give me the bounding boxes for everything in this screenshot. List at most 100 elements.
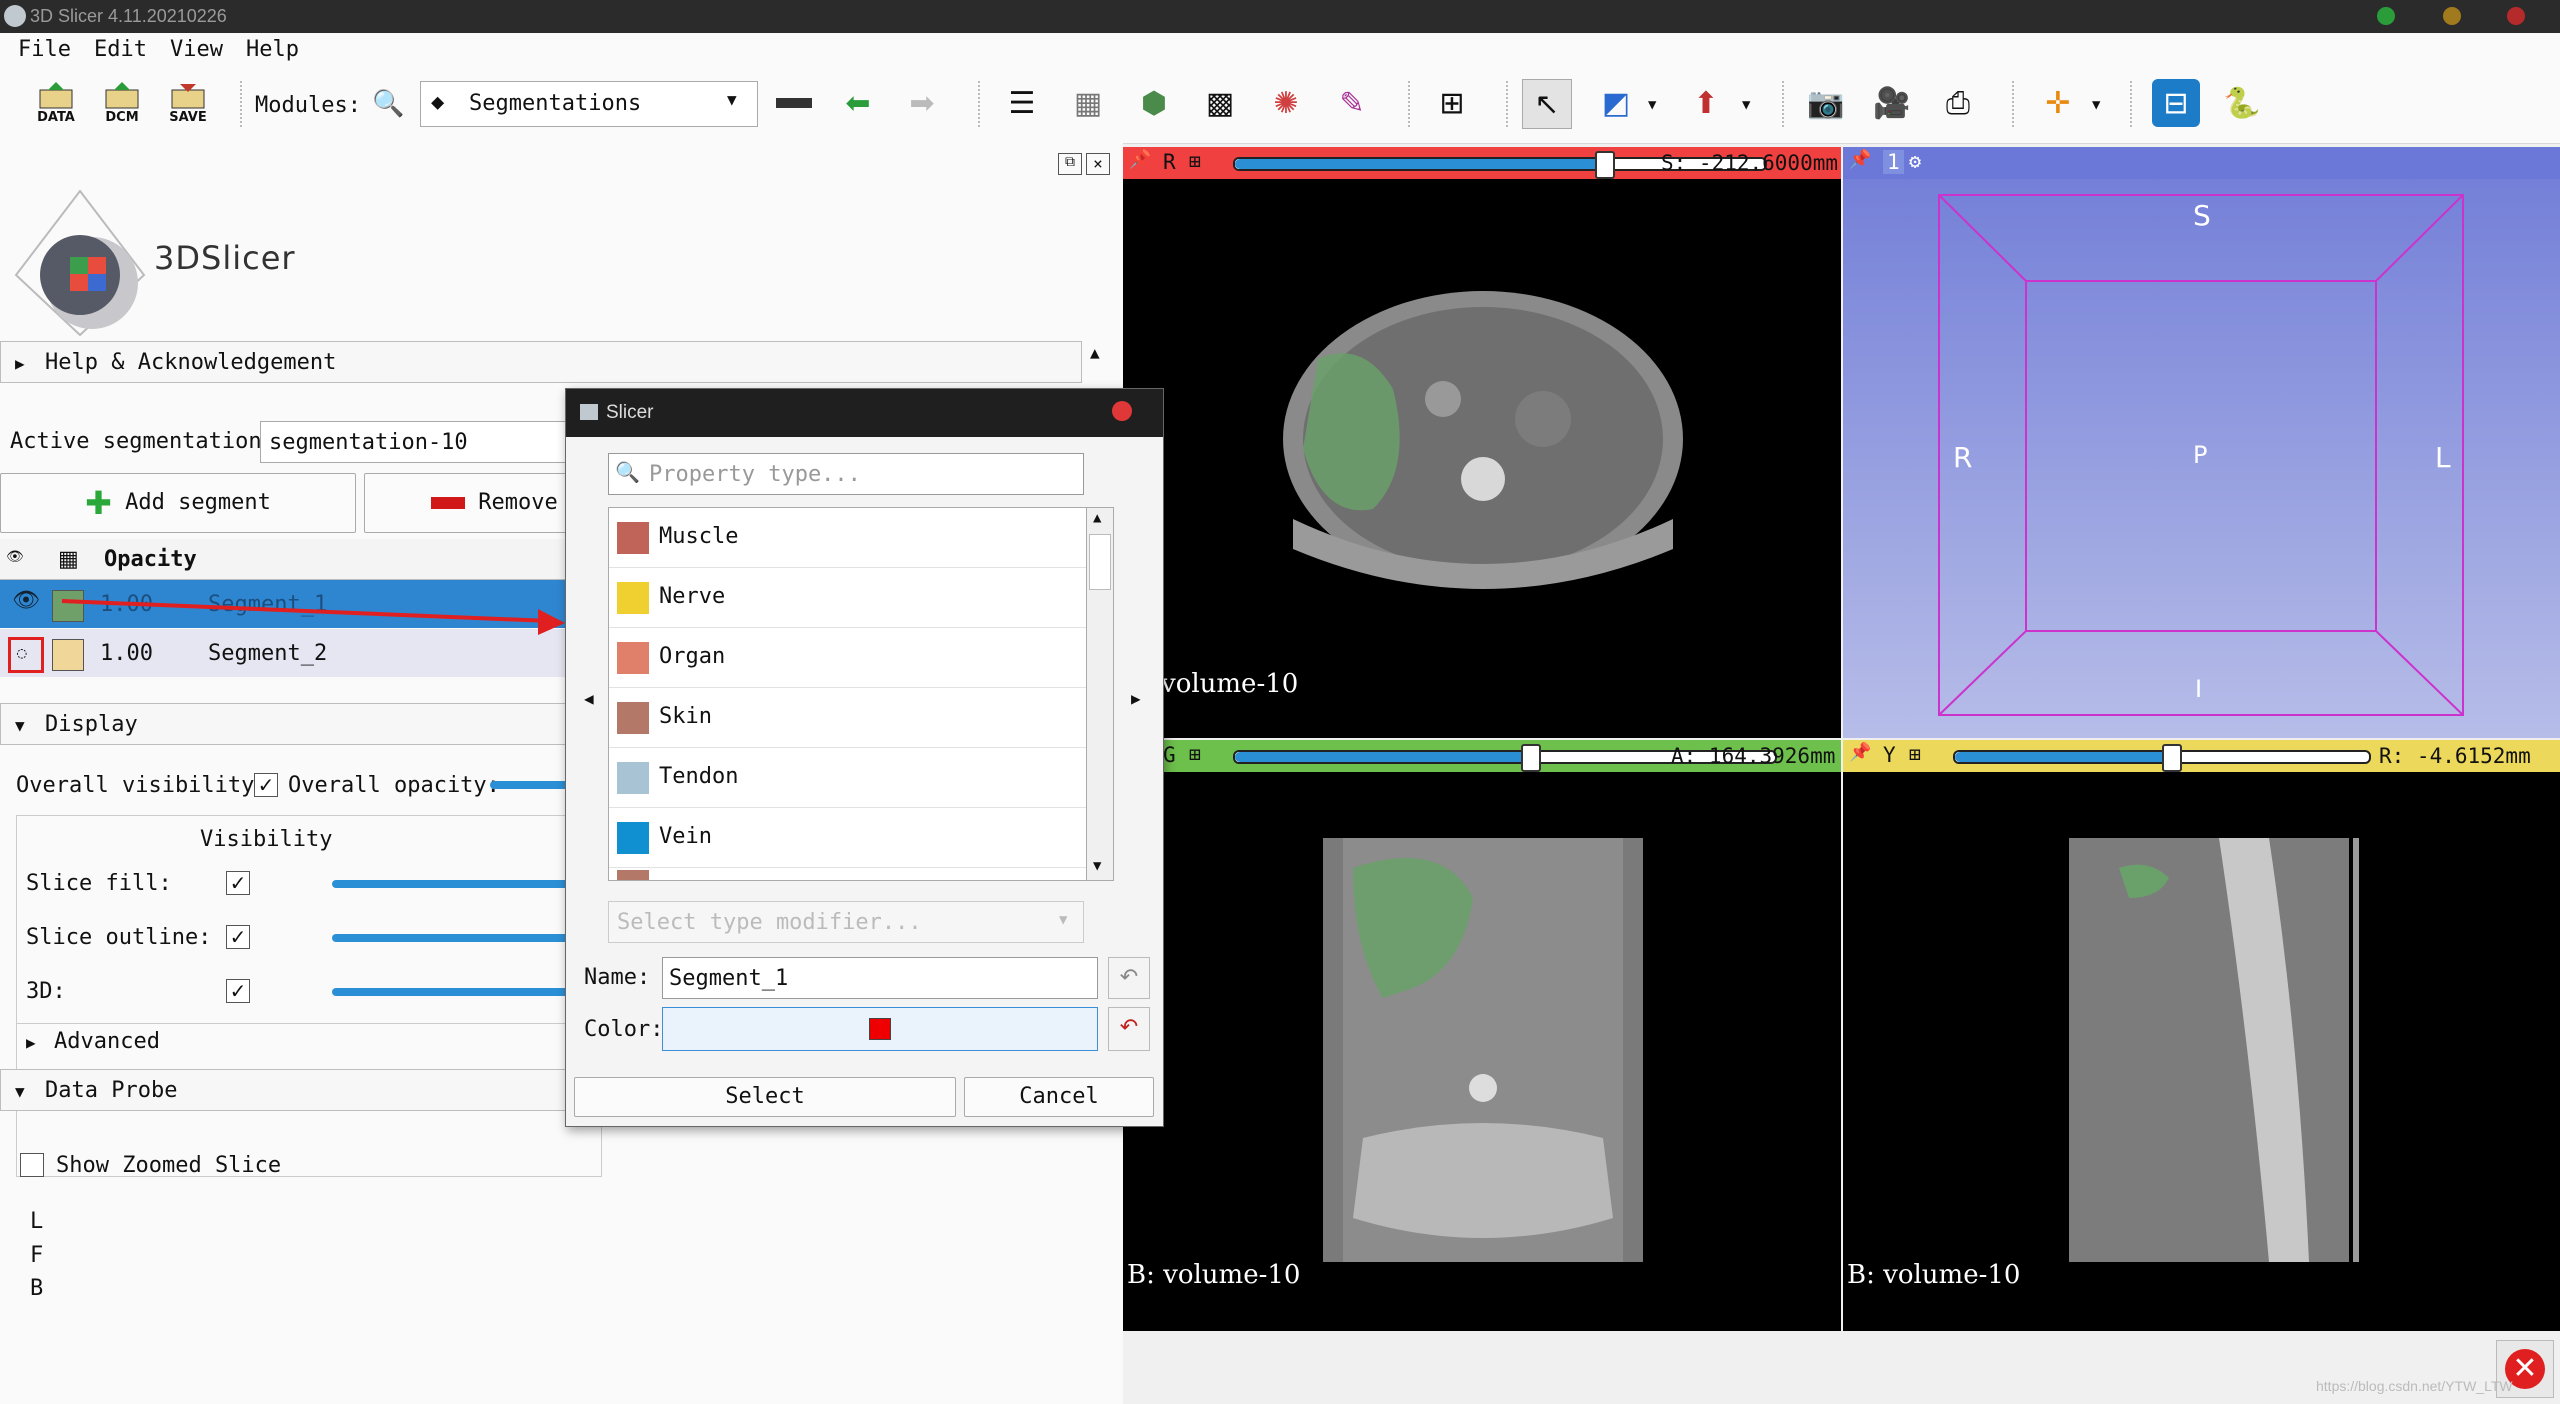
back-arrow-icon: ⬅: [845, 85, 871, 121]
eye-hidden-icon[interactable]: ◌: [8, 637, 44, 673]
property-type-search[interactable]: 🔍 Property type...: [608, 453, 1084, 495]
pin-icon[interactable]: 📌: [1849, 742, 1871, 763]
show-zoomed-slice-checkbox[interactable]: [20, 1153, 44, 1177]
list-item[interactable]: Skin: [609, 688, 1087, 748]
module-selector[interactable]: ◆ Segmentations ▼: [420, 81, 758, 127]
slice-outline-checkbox[interactable]: ✓: [226, 925, 250, 949]
mouse-mode-button[interactable]: ↖: [1522, 79, 1572, 129]
transforms-module-button[interactable]: ▩: [1196, 79, 1244, 127]
expand-icon[interactable]: ▶: [26, 1033, 36, 1052]
yellow-slice-offset-slider[interactable]: [1953, 744, 2371, 772]
link-icon[interactable]: ⊞: [1189, 742, 1201, 766]
list-item[interactable]: Vein: [609, 808, 1087, 868]
segments-table-header: 👁 ▦ Opacity: [0, 539, 600, 580]
list-item[interactable]: Nerve: [609, 568, 1087, 628]
pin-icon[interactable]: 📌: [1849, 149, 1871, 170]
overall-visibility-label: Overall visibility:: [16, 773, 268, 798]
color-picker-button[interactable]: [662, 1007, 1098, 1051]
segment-editor-button[interactable]: ✎: [1328, 79, 1376, 127]
models-module-button[interactable]: ⬢: [1130, 79, 1178, 127]
extension-manager-button[interactable]: ⊟: [2152, 79, 2200, 127]
save-label: SAVE: [169, 109, 207, 125]
markups-module-button[interactable]: ✺: [1262, 79, 1310, 127]
segment-name[interactable]: Segment_2: [208, 641, 327, 666]
python-console-button[interactable]: 🐍: [2218, 79, 2266, 127]
scroll-up-icon[interactable]: ▲: [1090, 343, 1100, 362]
dialog-close-button[interactable]: [1112, 401, 1132, 421]
overall-visibility-checkbox[interactable]: ✓: [254, 773, 278, 797]
advanced-section-label[interactable]: Advanced: [54, 1029, 160, 1054]
toolbar-separator: [240, 81, 244, 127]
threed-view[interactable]: S R P L I: [1843, 179, 2560, 738]
add-segment-button[interactable]: ✚ Add segment: [0, 473, 356, 533]
load-dicom-button[interactable]: DCM: [98, 79, 146, 127]
overall-opacity-slider[interactable]: [490, 781, 570, 789]
menu-file[interactable]: File: [18, 37, 71, 62]
red-slice-view[interactable]: volume-10: [1123, 179, 1841, 738]
pin-icon[interactable]: 📌: [1129, 149, 1151, 170]
display-section[interactable]: ▼ Display: [0, 703, 602, 745]
reset-name-button[interactable]: ↶: [1108, 957, 1150, 999]
scene-view-button[interactable]: 🎥: [1868, 79, 1916, 127]
close-panel-icon[interactable]: ×: [1086, 153, 1110, 175]
chevron-down-icon[interactable]: ▼: [1742, 97, 1750, 113]
slice-fill-opacity-slider[interactable]: [332, 880, 582, 888]
scroll-left-icon[interactable]: ◀: [584, 689, 594, 708]
load-data-button[interactable]: DATA: [32, 79, 80, 127]
cancel-button[interactable]: Cancel: [964, 1077, 1154, 1117]
data-probe-section[interactable]: ▼ Data Probe: [0, 1069, 602, 1111]
threed-checkbox[interactable]: ✓: [226, 979, 250, 1003]
active-seg-selector[interactable]: segmentation-10: [260, 421, 582, 463]
type-modifier-selector[interactable]: Select type modifier... ▼: [608, 901, 1084, 943]
menu-edit[interactable]: Edit: [94, 37, 147, 62]
volumes-module-button[interactable]: ▦: [1064, 79, 1112, 127]
threed-opacity-slider[interactable]: [332, 988, 582, 996]
list-scrollbar[interactable]: ▲ ▼: [1086, 507, 1114, 881]
module-history-button[interactable]: [770, 79, 818, 127]
menu-help[interactable]: Help: [246, 37, 299, 62]
display-section-label: Display: [45, 712, 138, 737]
scrollbar-thumb[interactable]: [1089, 534, 1111, 590]
data-icon: [39, 81, 73, 108]
list-item[interactable]: Muscle: [609, 508, 1087, 568]
reset-color-button[interactable]: ↶: [1108, 1007, 1150, 1051]
name-input[interactable]: Segment_1: [662, 957, 1098, 999]
visibility-header: Visibility: [200, 827, 333, 852]
scroll-down-icon[interactable]: ▼: [1093, 858, 1101, 874]
window-level-button[interactable]: ◩: [1592, 79, 1640, 127]
slice-fill-checkbox[interactable]: ✓: [226, 871, 250, 895]
screenshot-button[interactable]: 📷: [1802, 79, 1850, 127]
segment-color-swatch[interactable]: [52, 639, 84, 671]
module-search-icon[interactable]: 🔍: [372, 89, 404, 119]
green-slice-view[interactable]: B: volume-10: [1123, 772, 1841, 1331]
place-fiducial-button[interactable]: ⬆: [1682, 79, 1730, 127]
help-section[interactable]: ▶ Help & Acknowledgement: [0, 341, 1082, 383]
link-icon[interactable]: ⊞: [1909, 742, 1921, 766]
segment-opacity[interactable]: 1.00: [100, 641, 153, 666]
eye-icon[interactable]: 👁: [12, 588, 40, 613]
crosshair-button[interactable]: ✛: [2034, 79, 2082, 127]
restore-scene-button[interactable]: ⎙: [1934, 79, 1982, 127]
property-type-list[interactable]: Muscle Nerve Organ Skin Tendon Vein: [608, 507, 1088, 881]
list-item[interactable]: Organ: [609, 628, 1087, 688]
chevron-down-icon[interactable]: ▼: [2092, 97, 2100, 113]
back-button[interactable]: ⬅: [834, 79, 882, 127]
list-item[interactable]: Tendon: [609, 748, 1087, 808]
yellow-slice-view[interactable]: B: volume-10: [1843, 772, 2560, 1331]
data-module-button[interactable]: ☰: [998, 79, 1046, 127]
layout-button[interactable]: ⊞: [1428, 79, 1476, 127]
settings-icon[interactable]: ⚙: [1909, 149, 1921, 173]
minimize-button[interactable]: [2443, 7, 2461, 25]
scroll-up-icon[interactable]: ▲: [1093, 510, 1101, 526]
chevron-down-icon[interactable]: ▼: [1648, 97, 1656, 113]
close-window-button[interactable]: [2507, 7, 2525, 25]
maximize-button[interactable]: [2377, 7, 2395, 25]
link-icon[interactable]: ⊞: [1189, 149, 1201, 173]
scroll-right-icon[interactable]: ▶: [1131, 689, 1141, 708]
undock-icon[interactable]: ⧉: [1058, 153, 1082, 175]
save-button[interactable]: SAVE: [164, 79, 212, 127]
select-button[interactable]: Select: [574, 1077, 956, 1117]
forward-button[interactable]: ➡: [898, 79, 946, 127]
slice-outline-opacity-slider[interactable]: [332, 934, 582, 942]
menu-view[interactable]: View: [170, 37, 223, 62]
